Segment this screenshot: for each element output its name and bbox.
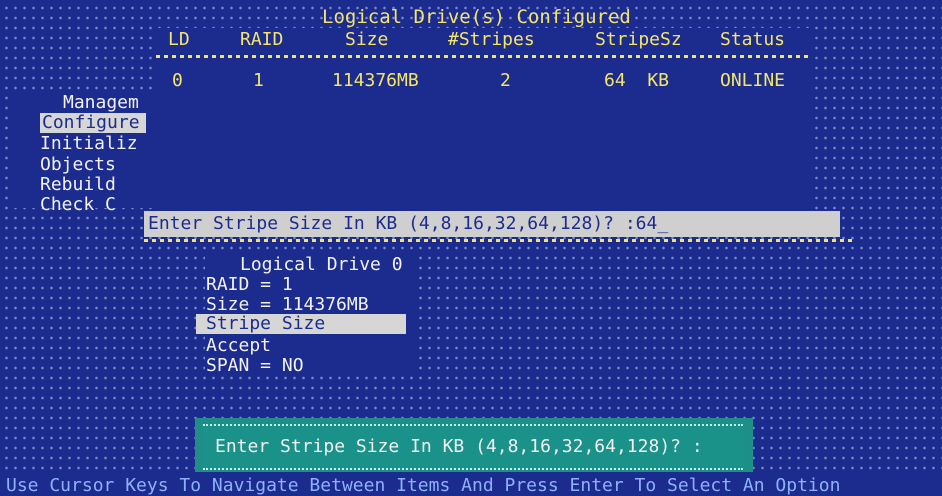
status-bar: Use Cursor Keys To Navigate Between Item…: [0, 476, 942, 496]
ld-stripe-size-highlight[interactable]: Stripe Size: [196, 314, 406, 334]
stripe-size-dialog-prompt[interactable]: Enter Stripe Size In KB (4,8,16,32,64,12…: [215, 438, 703, 456]
stripe-size-prompt[interactable]: Enter Stripe Size In KB (4,8,16,32,64,12…: [148, 215, 668, 233]
column-size: Size: [345, 29, 389, 50]
status-bar-help-text: Use Cursor Keys To Navigate Between Item…: [6, 475, 841, 496]
drive-row-stripe-size[interactable]: 64 KB: [604, 72, 669, 90]
menu-item-rebuild[interactable]: Rebuild: [40, 176, 116, 194]
stripe-size-dialog[interactable]: Enter Stripe Size In KB (4,8,16,32,64,12…: [195, 418, 753, 472]
drive-row-status[interactable]: ONLINE: [720, 72, 785, 90]
menu-item-objects[interactable]: Objects: [40, 156, 116, 174]
bios-screen: Logical Drive(s) Configured LD RAID Size…: [0, 0, 942, 496]
column-status: Status: [720, 29, 786, 50]
logical-drives-title: Logical Drive(s) Configured: [322, 6, 631, 28]
ld-raid-level[interactable]: RAID = 1: [206, 276, 293, 294]
drive-row-ld[interactable]: 0: [172, 72, 183, 90]
ld-span[interactable]: SPAN = NO: [206, 357, 304, 375]
ld-stripe-size[interactable]: Stripe Size: [206, 315, 325, 333]
column-raid: RAID: [240, 29, 284, 50]
column-ld: LD: [168, 29, 190, 50]
menu-item-management[interactable]: Managem: [63, 94, 139, 112]
logical-drive-title: Logical Drive 0: [240, 254, 403, 275]
drive-row-stripes[interactable]: 2: [500, 72, 511, 90]
stripe-size-dialog-body: Enter Stripe Size In KB (4,8,16,32,64,12…: [203, 424, 743, 470]
prompt-divider: [144, 239, 856, 242]
column-stripes: #Stripes: [448, 29, 535, 50]
column-stripe-size: StripeSz: [595, 29, 682, 50]
menu-item-initialize[interactable]: Initializ: [40, 135, 138, 153]
ld-accept[interactable]: Accept: [206, 337, 271, 355]
ld-size[interactable]: Size = 114376MB: [206, 296, 369, 314]
header-divider: [156, 55, 812, 58]
menu-item-check-consistency[interactable]: Check C: [40, 196, 116, 214]
menu-item-configure[interactable]: Configure: [42, 114, 140, 132]
stripe-size-prompt-bar[interactable]: Enter Stripe Size In KB (4,8,16,32,64,12…: [144, 211, 840, 237]
drive-row-size[interactable]: 114376MB: [332, 72, 419, 90]
menu-item-configure-highlight[interactable]: Configure: [40, 113, 146, 133]
drive-row-raid[interactable]: 1: [253, 72, 264, 90]
